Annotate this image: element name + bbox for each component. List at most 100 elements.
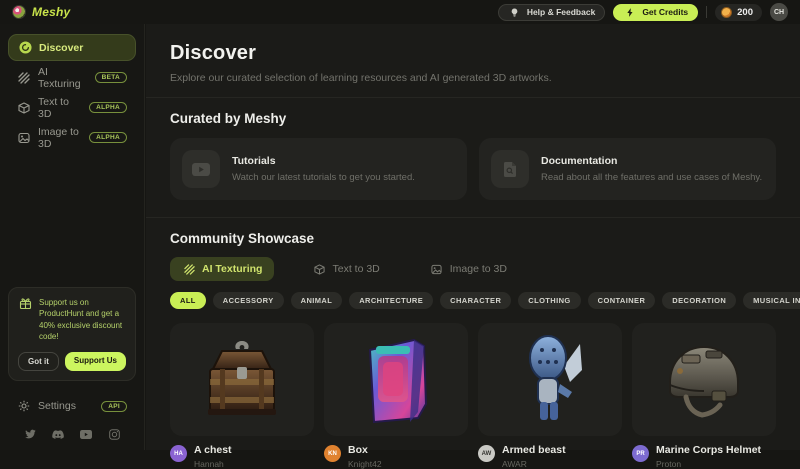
alpha-badge: ALPHA — [89, 132, 127, 143]
sidebar-item-settings[interactable]: Settings API — [8, 393, 136, 419]
alpha-badge: ALPHA — [89, 102, 127, 113]
artwork-treasure-chest[interactable] — [170, 323, 314, 436]
filter-chip-all[interactable]: ALL — [170, 292, 206, 309]
lightning-icon — [623, 5, 637, 19]
topbar: Meshy Help & Feedback Get Credits 200 CH — [0, 0, 800, 24]
filter-chip-container[interactable]: CONTAINER — [588, 292, 656, 309]
tab-label: Text to 3D — [332, 263, 379, 275]
tutorials-title: Tutorials — [232, 155, 415, 167]
help-feedback-button[interactable]: Help & Feedback — [498, 4, 606, 21]
support-banner: Support us on ProductHunt and get a 40% … — [8, 287, 136, 381]
documentation-title: Documentation — [541, 155, 762, 167]
artwork-author[interactable]: AWAR — [502, 459, 566, 469]
api-badge: API — [101, 401, 127, 412]
filter-chip-architecture[interactable]: ARCHITECTURE — [349, 292, 433, 309]
filter-chip-accessory[interactable]: ACCESSORY — [213, 292, 284, 309]
sidebar-item-label: AI Texturing — [38, 66, 88, 90]
documentation-card[interactable]: Documentation Read about all the feature… — [479, 138, 776, 200]
youtube-icon — [182, 150, 220, 188]
curated-section: Curated by Meshy Tutorials Watch our lat… — [146, 98, 800, 218]
showcase-card: PR Marine Corps Helmet Proton — [632, 323, 776, 469]
texturing-icon — [17, 71, 31, 85]
filter-chip-decoration[interactable]: DECORATION — [662, 292, 736, 309]
document-search-icon — [491, 150, 529, 188]
showcase-card: HA A chest Hannah — [170, 323, 314, 469]
sidebar-item-label: Text to 3D — [38, 96, 82, 120]
sidebar-item-label: Discover — [39, 42, 83, 54]
social-links — [8, 419, 136, 442]
curated-heading: Curated by Meshy — [170, 111, 776, 126]
filter-chip-musical-instrument[interactable]: MUSICAL INSTRUMENT — [743, 292, 800, 309]
showcase-section: Community Showcase AI Texturing Text to … — [146, 218, 800, 469]
artwork-title[interactable]: Armed beast — [502, 444, 566, 456]
filter-chip-character[interactable]: CHARACTER — [440, 292, 511, 309]
filter-chip-clothing[interactable]: CLOTHING — [518, 292, 580, 309]
user-avatar[interactable]: CH — [770, 3, 788, 21]
sidebar-item-text-to-3d[interactable]: Text to 3D ALPHA — [8, 94, 136, 121]
sidebar: Discover AI Texturing BETA Text to 3D AL… — [0, 24, 145, 450]
main-content: Discover Explore our curated selection o… — [146, 24, 800, 450]
showcase-card: KN Box Knight42 — [324, 323, 468, 469]
image-icon — [17, 131, 31, 145]
cube-icon — [17, 101, 31, 115]
cube-icon — [312, 262, 326, 276]
category-filters: ALL ACCESSORY ANIMAL ARCHITECTURE CHARAC… — [170, 292, 776, 309]
gift-icon — [18, 297, 32, 311]
credits-balance[interactable]: 200 — [715, 4, 762, 21]
topbar-divider — [706, 6, 707, 18]
beta-badge: BETA — [95, 72, 127, 83]
help-feedback-label: Help & Feedback — [527, 7, 596, 17]
author-avatar[interactable]: AW — [478, 445, 495, 462]
artwork-neon-box[interactable] — [324, 323, 468, 436]
artwork-title[interactable]: Box — [348, 444, 382, 456]
page-title: Discover — [170, 42, 776, 65]
gear-icon — [17, 399, 31, 413]
meshy-logo-icon — [12, 5, 26, 19]
artwork-title[interactable]: A chest — [194, 444, 232, 456]
twitter-icon[interactable] — [24, 428, 36, 440]
sidebar-item-ai-texturing[interactable]: AI Texturing BETA — [8, 64, 136, 91]
brand-name: Meshy — [32, 5, 70, 19]
meshy-logo[interactable]: Meshy — [12, 5, 70, 19]
coin-icon — [721, 7, 732, 18]
tab-image-to-3d[interactable]: Image to 3D — [418, 257, 519, 281]
sidebar-item-image-to-3d[interactable]: Image to 3D ALPHA — [8, 124, 136, 151]
sidebar-item-discover[interactable]: Discover — [8, 34, 136, 61]
image-icon — [430, 262, 444, 276]
tab-ai-texturing[interactable]: AI Texturing — [170, 257, 274, 281]
author-avatar[interactable]: HA — [170, 445, 187, 462]
texturing-icon — [182, 262, 196, 276]
artwork-author[interactable]: Knight42 — [348, 459, 382, 469]
tab-label: Image to 3D — [450, 263, 507, 275]
lightbulb-icon — [508, 5, 522, 19]
author-avatar[interactable]: KN — [324, 445, 341, 462]
sidebar-item-label: Settings — [38, 400, 76, 412]
support-banner-text: Support us on ProductHunt and get a 40% … — [39, 297, 126, 343]
instagram-icon[interactable] — [108, 428, 120, 440]
author-avatar[interactable]: PR — [632, 445, 649, 462]
artwork-title[interactable]: Marine Corps Helmet — [656, 444, 761, 456]
youtube-icon[interactable] — [80, 428, 92, 440]
tutorials-card[interactable]: Tutorials Watch our latest tutorials to … — [170, 138, 467, 200]
page-subtitle: Explore our curated selection of learnin… — [170, 72, 776, 84]
credits-count: 200 — [737, 7, 753, 18]
get-credits-label: Get Credits — [642, 7, 688, 17]
artwork-blue-armored-figure[interactable] — [478, 323, 622, 436]
support-us-button[interactable]: Support Us — [65, 352, 126, 371]
tab-text-to-3d[interactable]: Text to 3D — [300, 257, 391, 281]
tab-label: AI Texturing — [202, 263, 262, 275]
tutorials-description: Watch our latest tutorials to get you st… — [232, 172, 415, 183]
artwork-tactical-helmet[interactable] — [632, 323, 776, 436]
artwork-author[interactable]: Hannah — [194, 459, 232, 469]
discord-icon[interactable] — [52, 428, 64, 440]
sidebar-item-label: Image to 3D — [38, 126, 82, 150]
showcase-heading: Community Showcase — [170, 231, 776, 246]
showcase-grid: HA A chest Hannah — [170, 323, 776, 469]
got-it-button[interactable]: Got it — [18, 352, 59, 371]
filter-chip-animal[interactable]: ANIMAL — [291, 292, 343, 309]
page-header: Discover Explore our curated selection o… — [146, 24, 800, 98]
showcase-card: AW Armed beast AWAR — [478, 323, 622, 469]
get-credits-button[interactable]: Get Credits — [613, 4, 698, 21]
artwork-author[interactable]: Proton — [656, 459, 761, 469]
documentation-description: Read about all the features and use case… — [541, 172, 762, 183]
